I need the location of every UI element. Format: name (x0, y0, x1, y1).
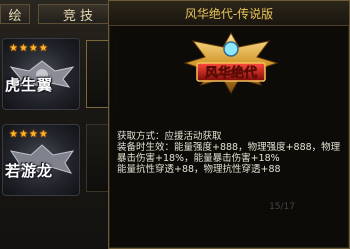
tooltip-header: 风华绝代-传说版 (109, 1, 349, 26)
tab-bar: 绘 竞 技 (0, 4, 118, 26)
acquire-method: 获取方式：应援活动获取 (117, 131, 222, 142)
title-card-1[interactable]: ★★★★ 虎生翼 (2, 38, 80, 110)
title-name: 若游龙 (5, 162, 54, 180)
title-name: 虎生翼 (5, 76, 54, 94)
star-rating: ★★★★ (9, 129, 49, 140)
equip-effect: 装备时生效：能量强度+888，物理强度+888，物理暴击伤害+18%，能量暴击伤… (117, 142, 341, 164)
tab-competitive[interactable]: 竞 技 (38, 4, 118, 24)
tooltip-title: 风华绝代-传说版 (184, 7, 274, 21)
item-tooltip: 风华绝代-传说版 风华绝代 获取方式：应援活动获取 装备时生效：能量强度+888… (108, 0, 350, 249)
page-indicator: 15/17 (269, 202, 295, 212)
penetration-effect: 能量抗性穿透+88，物理抗性穿透+88 (117, 164, 281, 175)
title-badge-icon: 风华绝代 (183, 31, 279, 95)
title-list-panel: 绘 竞 技 ★★★★ 虎生翼 ★★★★ 若游龙 (0, 0, 118, 249)
tab-decoration[interactable]: 绘 (0, 4, 30, 24)
star-rating: ★★★★ (9, 43, 49, 54)
badge-text: 风华绝代 (205, 65, 257, 81)
tooltip-description: 获取方式：应援活动获取 装备时生效：能量强度+888，物理强度+888，物理暴击… (117, 131, 345, 175)
title-card-2[interactable]: ★★★★ 若游龙 (2, 124, 80, 196)
